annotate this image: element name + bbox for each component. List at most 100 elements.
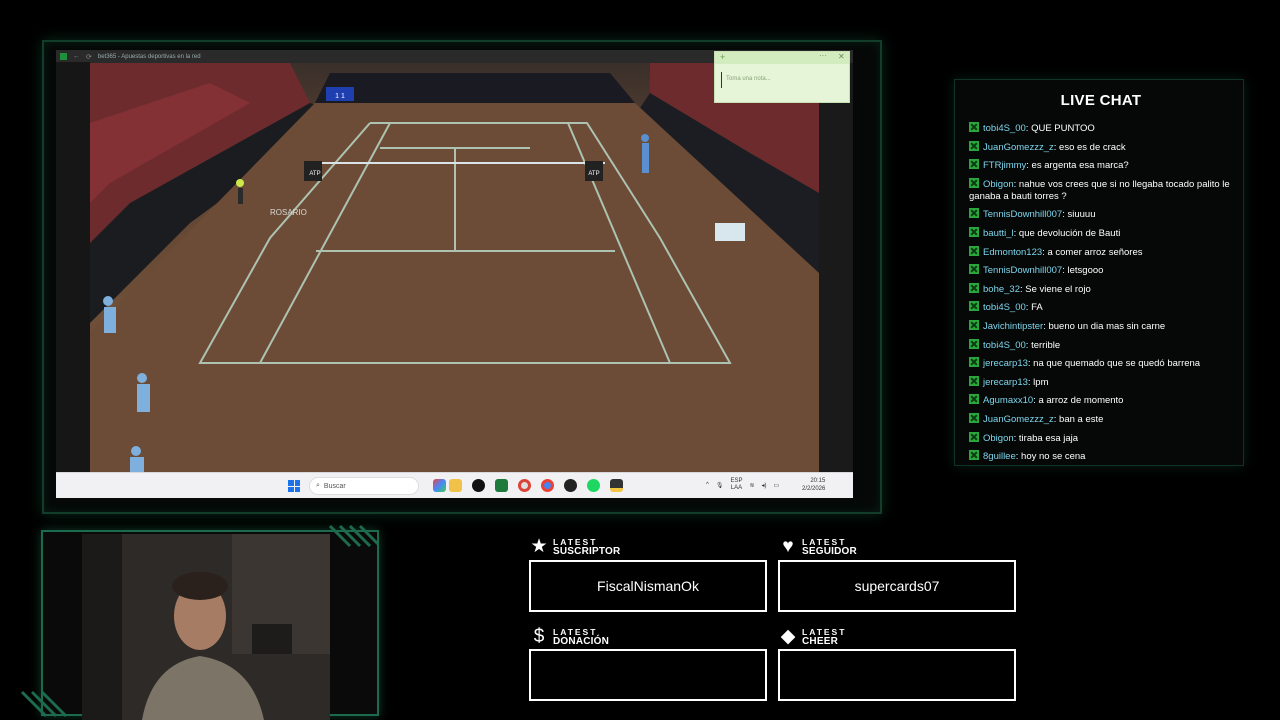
chat-username[interactable]: tobi4S_00 xyxy=(983,123,1026,134)
reload-icon[interactable]: ⟳ xyxy=(86,53,92,61)
wifi-icon[interactable]: ≋ xyxy=(749,482,754,489)
latest-cheer-box xyxy=(778,649,1016,701)
taskbar-clock[interactable]: 20:15 2/2/2026 xyxy=(802,477,825,493)
latest-suscriptor-value: FiscalNismanOk xyxy=(597,578,699,594)
court-banner-text: ROSARIO xyxy=(270,208,307,217)
webcam-corner-stripes xyxy=(328,524,380,548)
obs-icon[interactable] xyxy=(564,479,577,492)
tennis-video-stream[interactable]: 1 1 ATP ATP ROSARIO xyxy=(90,63,819,472)
platform-badge-icon xyxy=(969,140,979,151)
net-logo-right: ATP xyxy=(588,171,599,177)
microphone-icon[interactable]: 🎙 xyxy=(716,482,724,489)
chat-username[interactable]: Agumaxx10 xyxy=(983,395,1033,406)
chat-username[interactable]: bohe_32 xyxy=(983,284,1020,295)
chat-text: QUE PUNTOO xyxy=(1031,123,1095,134)
system-tray: ^ 🎙 ESP LAA ≋ ◂) ▭ xyxy=(706,478,779,492)
chat-message: bohe_32: Se viene el rojo xyxy=(969,282,1233,296)
chat-username[interactable]: Edmonton123 xyxy=(983,247,1042,258)
latest-donacion-box xyxy=(529,649,767,701)
platform-badge-icon xyxy=(969,264,979,275)
chat-username[interactable]: jerecarp13 xyxy=(983,358,1028,369)
chat-username[interactable]: tobi4S_00 xyxy=(983,340,1026,351)
chat-message: tobi4S_00: QUE PUNTOO xyxy=(969,122,1233,135)
platform-badge-icon xyxy=(969,226,979,237)
latest-suscriptor-header: ★ LATEST SUSCRIPTOR xyxy=(529,537,620,556)
latest-donacion-header: $ LATEST DONACIÓN xyxy=(529,627,609,646)
latest-seguidor-title: SEGUIDOR xyxy=(802,545,857,557)
browser-side-strip xyxy=(56,62,90,472)
chat-username[interactable]: FTRjimmy xyxy=(983,160,1026,171)
latest-cheer-title: CHEER xyxy=(802,635,839,647)
tiktok-icon[interactable] xyxy=(472,479,485,492)
latest-donacion-title: DONACIÓN xyxy=(553,635,610,647)
chat-username[interactable]: bautti_l xyxy=(983,228,1014,239)
sticky-note-window[interactable]: + ··· ✕ Toma una nota... xyxy=(714,51,850,103)
bet365-favicon-icon xyxy=(60,53,67,60)
chat-message: Agumaxx10: a arroz de momento xyxy=(969,394,1233,407)
spotify-icon[interactable] xyxy=(587,479,600,492)
file-explorer-icon[interactable] xyxy=(449,479,462,492)
volume-icon[interactable]: ◂) xyxy=(762,482,767,489)
chat-message: TennisDownhill007: letsgooo xyxy=(969,264,1233,277)
note-menu-button[interactable]: ··· xyxy=(819,51,827,60)
chat-message: JuanGomezzz_z: ban a este xyxy=(969,412,1233,426)
keyboard-layout: LAA xyxy=(730,485,743,491)
scoreboard-text: 1 1 xyxy=(335,93,345,100)
chat-message: FTRjimmy: es argenta esa marca? xyxy=(969,159,1233,172)
add-note-button[interactable]: + xyxy=(720,52,725,62)
diamond-icon: ◆ xyxy=(780,626,796,647)
sticky-note-header[interactable]: + ··· ✕ xyxy=(715,51,849,64)
chat-text: tiraba esa jaja xyxy=(1018,432,1079,444)
windows-start-icon[interactable] xyxy=(288,480,300,492)
chat-message: Javichintipster: bueno un dia mas sin ca… xyxy=(969,319,1233,333)
chat-text: letsgooo xyxy=(1067,265,1104,277)
chat-message: 8guillee: hoy no se cena xyxy=(969,450,1233,463)
net-logo-left: ATP xyxy=(309,171,320,177)
back-arrow-icon[interactable]: ← xyxy=(73,53,80,60)
chat-username[interactable]: JuanGomezzz_z xyxy=(983,142,1054,153)
latest-seguidor-value: supercards07 xyxy=(854,578,940,594)
chat-username[interactable]: JuanGomezzz_z xyxy=(983,414,1054,425)
chat-username[interactable]: Obigon xyxy=(983,179,1014,190)
chat-username[interactable]: Obigon xyxy=(983,433,1014,444)
chat-text: eso es de crack xyxy=(1059,141,1126,153)
close-note-button[interactable]: ✕ xyxy=(838,52,845,61)
chat-text: es argenta esa marca? xyxy=(1031,160,1129,172)
chat-message: tobi4S_00: terrible xyxy=(969,338,1233,352)
latest-suscriptor-title: SUSCRIPTOR xyxy=(553,545,621,557)
streamer-silhouette xyxy=(82,534,330,720)
language-indicator[interactable]: ESP LAA xyxy=(730,478,742,492)
windows-taskbar: ⌕ Buscar ^ 🎙 ESP LAA ≋ ◂) ▭ 20:15 2/2/20… xyxy=(56,472,853,498)
chat-username[interactable]: jerecarp13 xyxy=(983,377,1028,388)
chat-text: Se viene el rojo xyxy=(1025,283,1091,295)
battery-icon[interactable]: ▭ xyxy=(774,482,780,489)
chat-username[interactable]: tobi4S_00 xyxy=(983,302,1026,313)
clock-date: 2/2/2026 xyxy=(802,486,826,492)
chat-message: TennisDownhill007: siuuuu xyxy=(969,208,1233,221)
chat-message: Edmonton123: a comer arroz señores xyxy=(969,245,1233,259)
copilot-icon[interactable] xyxy=(433,479,446,492)
platform-badge-icon xyxy=(969,177,979,188)
chat-message: Obigon: tiraba esa jaja xyxy=(969,431,1233,445)
note-input[interactable]: Toma una nota... xyxy=(721,72,849,88)
whatsapp-icon[interactable] xyxy=(518,479,531,492)
excel-icon[interactable] xyxy=(495,479,508,492)
chat-username[interactable]: 8guillee xyxy=(983,451,1016,462)
clock-time: 20:15 xyxy=(810,478,826,484)
chat-message: jerecarp13: na que quemado que se quedó … xyxy=(969,357,1233,370)
chat-text: que devolución de Bauti xyxy=(1018,227,1121,239)
chat-username[interactable]: Javichintipster xyxy=(983,321,1043,332)
platform-badge-icon xyxy=(969,450,979,461)
taskbar-search[interactable]: ⌕ Buscar xyxy=(309,477,419,495)
chat-username[interactable]: TennisDownhill007 xyxy=(983,209,1062,220)
browser-tab-title[interactable]: bet365 - Apuestas deportivas en la red xyxy=(98,54,201,60)
chat-text: FA xyxy=(1031,302,1043,314)
webcam-feed xyxy=(82,534,330,720)
chrome-icon[interactable] xyxy=(541,479,554,492)
search-icon: ⌕ xyxy=(316,482,320,489)
sticky-notes-icon[interactable] xyxy=(610,479,623,492)
chat-message: JuanGomezzz_z: eso es de crack xyxy=(969,140,1233,154)
chat-username[interactable]: TennisDownhill007 xyxy=(983,265,1062,276)
tray-chevron-icon[interactable]: ^ xyxy=(706,482,709,488)
taskbar-search-placeholder: Buscar xyxy=(323,482,346,490)
